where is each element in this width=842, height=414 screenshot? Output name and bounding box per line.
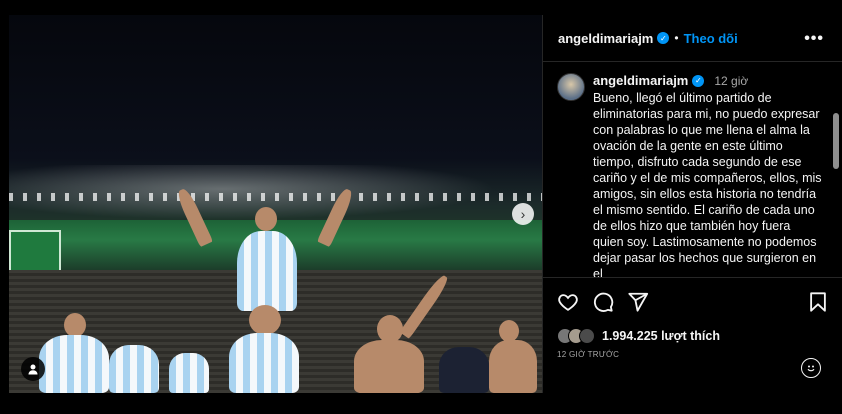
action-icons [557,290,829,314]
caption-username[interactable]: angeldimariajm [593,73,688,89]
player-torso [489,340,537,393]
caption-area: angeldimariajm ✓ 12 giờ Bueno, llegó el … [543,63,842,277]
comment-icon[interactable] [592,291,614,313]
verified-icon: ✓ [692,75,705,87]
next-arrow-icon[interactable]: › [512,203,534,225]
player-torso [354,340,424,393]
caption-text: Bueno, llegó el último partido de elimin… [593,91,822,277]
player-head [249,305,281,335]
post-header: angeldimariajm ✓ • Theo dõi ••• [543,15,842,62]
header-username[interactable]: angeldimariajm [558,31,653,46]
player-jersey [39,335,109,393]
stadium-lights [9,193,542,201]
user-tag-icon[interactable] [21,357,45,381]
likes-row: 1.994.225 lượt thích [557,328,829,344]
follow-button[interactable]: Theo dõi [684,31,738,46]
player-head [499,320,519,342]
player-jersey [439,347,489,393]
player-jersey [229,333,299,393]
player-jersey [109,345,159,393]
caption-time: 12 giờ [714,74,749,88]
player-head [64,313,86,337]
likes-count[interactable]: 1.994.225 lượt thích [602,329,720,343]
verified-icon: ✓ [657,32,670,44]
liker-avatar [579,328,595,344]
more-icon[interactable]: ••• [804,30,824,48]
post-actions: 1.994.225 lượt thích 12 GIỜ TRƯỚC [543,277,842,393]
heart-icon[interactable] [557,291,579,313]
player-head [377,315,403,343]
caption-header: angeldimariajm ✓ 12 giờ [593,73,823,89]
caption-scrollbar[interactable] [833,113,839,169]
posted-ago[interactable]: 12 GIỜ TRƯỚC [557,350,829,359]
caption-body: angeldimariajm ✓ 12 giờ Bueno, llegó el … [593,73,823,277]
emoji-icon[interactable] [801,358,821,378]
player-head [255,207,277,231]
separator-dot: • [674,31,679,45]
player-jersey [237,231,297,311]
post-side-panel: angeldimariajm ✓ • Theo dõi ••• angeldim… [542,15,842,393]
share-icon[interactable] [627,291,649,313]
player-jersey [169,353,209,393]
bookmark-icon[interactable] [807,291,829,313]
post-modal: › angeldimariajm ✓ • Theo dõi ••• angeld… [9,15,842,393]
avatar[interactable] [557,73,585,101]
post-photo[interactable]: › [9,15,542,393]
